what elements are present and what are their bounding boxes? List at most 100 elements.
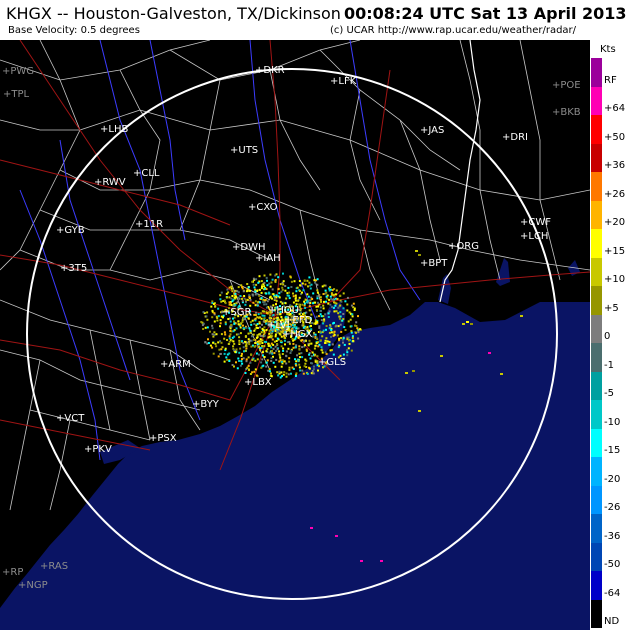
echo-pixel	[251, 280, 254, 283]
echo-pixel	[303, 300, 306, 303]
echo-pixel	[314, 344, 317, 347]
echo-pixel	[263, 326, 266, 329]
echo-pixel	[282, 347, 285, 350]
echo-pixel	[346, 349, 348, 352]
city-label: +SGR	[222, 307, 251, 318]
echo-pixel	[239, 295, 242, 297]
echo-pixel	[418, 410, 421, 412]
echo-pixel	[292, 346, 295, 349]
echo-pixel	[329, 286, 332, 289]
echo-pixel	[275, 273, 278, 276]
echo-pixel	[280, 365, 283, 368]
echo-pixel	[249, 331, 252, 334]
radar-map[interactable]: +PWG +TPL +DKR +LFK +POE +BKB +LHB +JAS +DRI +UTS…	[0, 40, 590, 630]
echo-pixel	[211, 346, 214, 349]
echo-pixel	[316, 289, 319, 292]
echo-pixel	[261, 351, 264, 354]
echo-pixel	[263, 274, 266, 277]
echo-pixel	[308, 299, 311, 302]
echo-pixel	[359, 328, 362, 331]
echo-pixel	[247, 356, 250, 359]
echo-pixel	[310, 283, 313, 286]
echo-pixel	[283, 371, 286, 373]
echo-pixel	[253, 329, 256, 332]
echo-pixel	[229, 330, 232, 332]
echo-pixel	[225, 292, 228, 295]
echo-pixel	[202, 311, 205, 314]
echo-pixel	[301, 356, 304, 359]
echo-pixel	[271, 350, 273, 352]
echo-pixel	[279, 283, 282, 286]
echo-pixel	[328, 289, 331, 292]
echo-pixel	[312, 302, 315, 305]
echo-pixel	[253, 286, 256, 289]
echo-pixel	[261, 345, 264, 347]
echo-pixel	[319, 296, 322, 299]
echo-pixel	[350, 325, 353, 328]
echo-pixel	[274, 280, 277, 283]
echo-pixel	[317, 301, 319, 304]
echo-pixel	[301, 369, 304, 372]
echo-pixel	[220, 300, 223, 303]
echo-pixel	[253, 313, 256, 316]
echo-pixel	[287, 347, 290, 350]
echo-pixel	[204, 326, 207, 329]
legend-label: 0	[604, 331, 611, 342]
echo-pixel	[285, 372, 288, 375]
echo-pixel	[303, 365, 306, 368]
echo-pixel	[298, 290, 301, 292]
echo-pixel	[298, 345, 301, 348]
echo-pixel	[337, 306, 340, 309]
echo-pixel	[255, 283, 258, 286]
echo-pixel	[265, 350, 268, 353]
echo-pixel	[311, 298, 314, 300]
echo-pixel	[309, 287, 312, 290]
echo-pixel	[292, 295, 295, 298]
echo-pixel	[346, 354, 349, 357]
city-label: +PWG	[2, 66, 34, 77]
echo-pixel	[290, 280, 293, 283]
echo-pixel	[276, 371, 279, 374]
echo-pixel	[223, 352, 226, 355]
echo-pixel	[223, 331, 226, 334]
echo-pixel	[212, 335, 215, 338]
echo-pixel	[219, 322, 222, 325]
echo-pixel	[242, 324, 244, 327]
echo-pixel	[278, 370, 281, 373]
echo-pixel	[322, 293, 325, 295]
city-label: +VCT	[56, 413, 85, 424]
echo-pixel	[309, 357, 312, 360]
echo-pixel	[259, 347, 262, 350]
echo-pixel	[268, 332, 271, 335]
echo-pixel	[282, 272, 284, 275]
echo-pixel	[325, 325, 328, 327]
city-label: +LFK	[330, 76, 357, 87]
echo-pixel	[271, 338, 274, 341]
echo-pixel	[254, 342, 257, 344]
echo-pixel	[237, 323, 240, 326]
echo-pixel	[211, 324, 214, 327]
echo-pixel	[319, 313, 322, 316]
echo-pixel	[316, 297, 319, 300]
echo-pixel	[306, 372, 309, 375]
echo-pixel	[263, 314, 266, 317]
echo-pixel	[295, 364, 297, 367]
echo-pixel	[357, 315, 359, 318]
echo-pixel	[255, 311, 258, 314]
echo-pixel	[339, 323, 342, 326]
echo-pixel	[304, 307, 307, 309]
echo-pixel	[287, 294, 290, 297]
city-label: +POE	[552, 80, 581, 91]
echo-pixel	[342, 337, 345, 340]
echo-pixel	[300, 352, 303, 355]
echo-pixel	[316, 283, 319, 286]
legend-label: -36	[604, 530, 621, 542]
echo-pixel	[223, 360, 226, 363]
echo-pixel	[305, 348, 308, 351]
echo-pixel	[231, 300, 234, 303]
echo-pixel	[284, 302, 287, 305]
echo-pixel	[350, 330, 353, 333]
echo-pixel	[254, 368, 257, 371]
echo-pixel	[327, 312, 330, 315]
echo-pixel	[241, 321, 244, 323]
